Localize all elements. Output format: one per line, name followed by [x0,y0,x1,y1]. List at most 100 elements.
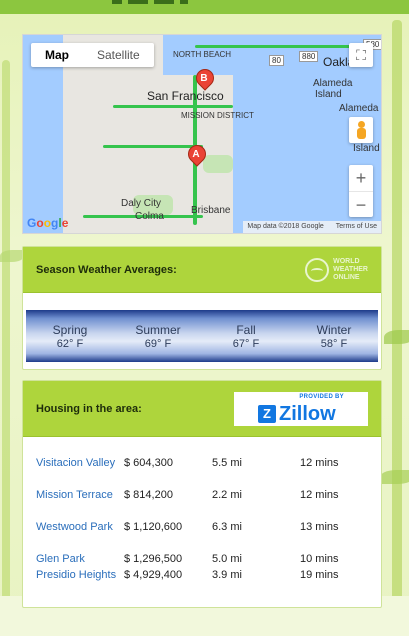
zillow-z-icon: Z [258,404,276,423]
park-area [203,155,233,173]
google-logo[interactable]: Google [27,216,68,230]
bamboo-leaf-decoration [384,330,409,344]
pegman-body [357,128,366,139]
map-label-alameda-island: Island [315,89,342,100]
map-label-island: Island [353,143,380,154]
globe-icon [305,257,330,282]
distance: 5.0 mi [212,553,242,565]
season-name: Spring [52,323,88,337]
zillow-provided-caption: PROVIDED BY [299,393,344,400]
season-name: Fall [236,323,256,337]
season-summer: Summer 69° F [114,310,202,362]
bamboo-leaf-decoration [380,470,409,484]
map-type-map-button[interactable]: Map [31,43,83,67]
housing-panel: Housing in the area: PROVIDED BY Z Zillo… [22,380,382,608]
season-temp: 69° F [144,338,172,350]
table-row: Glen Park $ 1,296,500 5.0 mi 10 mins [36,551,366,567]
map-label-daly-city: Daly City [121,198,162,209]
season-name: Summer [135,323,181,337]
area-link[interactable]: Glen Park [36,551,124,567]
season-temp: 67° F [232,338,260,350]
season-name: Winter [316,323,352,337]
distance: 2.2 mi [212,489,242,501]
zoom-control[interactable]: + − [349,165,373,217]
highway-80-shield: 80 [269,55,284,66]
map-label-alameda-1: Alameda [313,78,353,89]
map-label-north-beach: NORTH BEACH [173,50,232,59]
pegman-head [358,121,365,128]
distance: 6.3 mi [212,521,242,533]
travel-time: 19 mins [300,569,339,581]
google-logo-letter: e [61,216,69,230]
fullscreen-icon[interactable]: ⛶ [349,43,373,67]
bamboo-stalk-decoration [392,20,402,600]
area-link[interactable]: Westwood Park [36,519,124,551]
map-data-attribution: Map data ©2018 Google [247,223,324,230]
top-bar [0,0,409,14]
weather-panel-title: Season Weather Averages: [36,263,177,276]
bamboo-stalk-decoration [2,60,10,600]
weather-panel: Season Weather Averages: WORLD WEATHER O… [22,246,382,370]
table-row: Presidio Heights $ 4,929,400 3.9 mi 19 m… [36,567,366,599]
travel-time: 13 mins [300,521,339,533]
table-row: Mission Terrace $ 814,200 2.2 mi 12 mins [36,487,366,519]
median-price: $ 814,200 [124,489,173,501]
google-logo-letter: G [27,216,37,230]
distance: 3.9 mi [212,569,242,581]
highway-line [103,145,203,148]
route-marker-b-label: B [200,73,208,84]
distance: 5.5 mi [212,457,242,469]
top-bar-tab [180,0,188,4]
bay-bridge-line [195,45,365,48]
median-price: $ 604,300 [124,457,173,469]
zoom-in-button[interactable]: + [349,165,373,191]
travel-time: 12 mins [300,489,339,501]
highway-880-shield: 880 [299,51,319,62]
world-weather-online-logo[interactable]: WORLD WEATHER ONLINE [305,257,368,282]
housing-panel-title: Housing in the area: [36,402,142,415]
wwo-word: ONLINE [333,273,360,281]
season-weather-strip: Spring 62° F Summer 69° F Fall 67° F Win… [26,310,378,362]
map-type-toggle[interactable]: Map Satellite [31,43,154,67]
wwo-word: WORLD [333,257,360,265]
zillow-logo[interactable]: PROVIDED BY Z Zillow [234,391,368,426]
highway-line [113,105,233,108]
median-price: $ 1,120,600 [124,521,183,533]
top-bar-tab [112,0,122,4]
season-fall: Fall 67° F [202,310,290,362]
top-bar-tab [128,0,148,4]
world-weather-online-wordmark: WORLD WEATHER ONLINE [333,258,368,282]
housing-panel-header: Housing in the area: PROVIDED BY Z Zillo… [23,381,381,437]
table-row: Westwood Park $ 1,120,600 6.3 mi 13 mins [36,519,366,551]
season-temp: 58° F [320,338,348,350]
area-link[interactable]: Presidio Heights [36,567,124,599]
google-logo-letter: o [43,216,52,230]
season-temp: 62° F [56,338,84,350]
travel-time: 12 mins [300,457,339,469]
top-bar-tab [154,0,174,4]
weather-panel-header: Season Weather Averages: WORLD WEATHER O… [23,247,381,293]
map-footer: Map data ©2018 Google Terms of Use [243,221,381,233]
map-label-mission-district: MISSION DISTRICT [181,111,254,120]
table-row: Visitacion Valley $ 604,300 5.5 mi 12 mi… [36,455,366,487]
terms-of-use-link[interactable]: Terms of Use [336,223,377,230]
median-price: $ 4,929,400 [124,569,183,581]
housing-table: Visitacion Valley $ 604,300 5.5 mi 12 mi… [36,455,366,599]
map-label-alameda-2: Alameda [339,103,379,114]
map-label-colma: Colma [135,211,164,222]
zoom-out-button[interactable]: − [349,191,373,217]
median-price: $ 1,296,500 [124,553,183,565]
map-label-brisbane: Brisbane [191,205,231,216]
route-marker-a-label: A [192,149,200,160]
route-map[interactable]: San Francisco NORTH BEACH MISSION DISTRI… [22,34,382,234]
google-logo-letter: o [36,216,44,230]
season-spring: Spring 62° F [26,310,114,362]
map-label-san-francisco: San Francisco [147,89,224,103]
pegman-icon[interactable] [349,117,373,143]
zillow-wordmark: Zillow [279,402,336,425]
area-link[interactable]: Mission Terrace [36,487,124,519]
wwo-word: WEATHER [333,265,368,273]
travel-time: 10 mins [300,553,339,565]
area-link[interactable]: Visitacion Valley [36,455,124,487]
map-type-satellite-button[interactable]: Satellite [83,43,154,67]
